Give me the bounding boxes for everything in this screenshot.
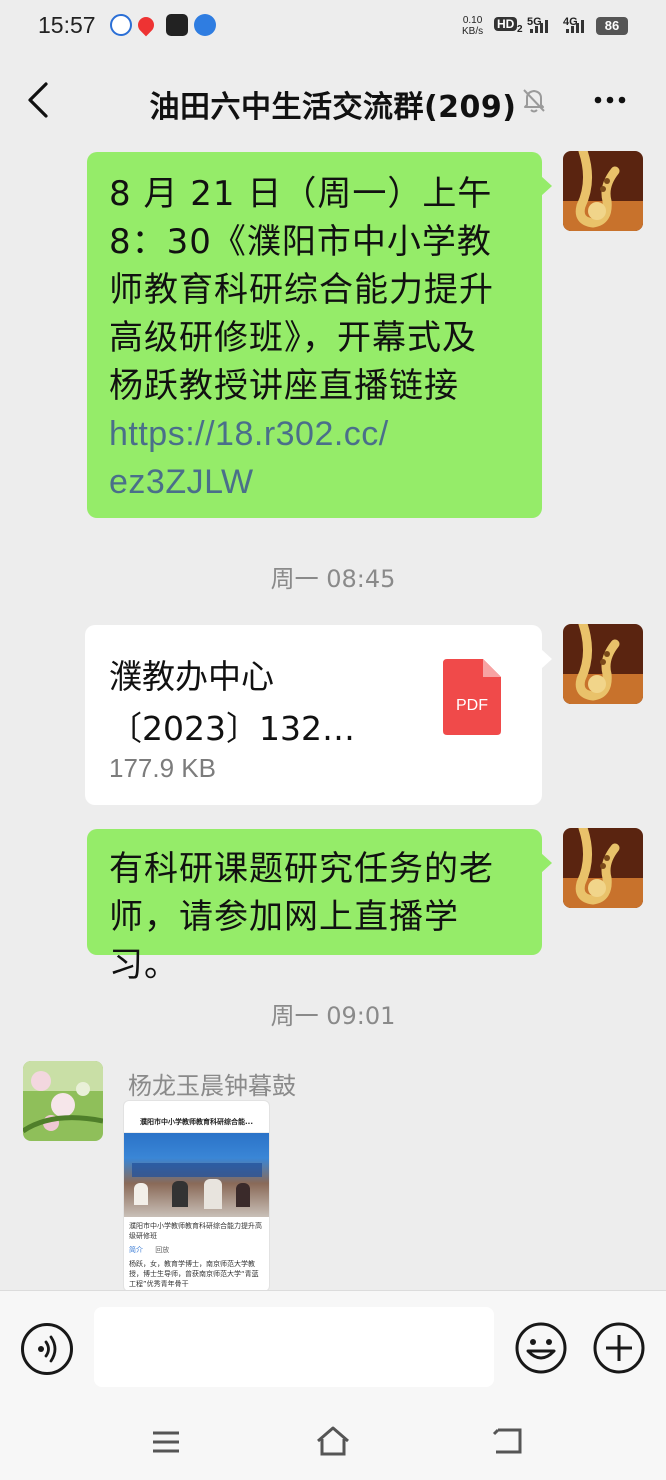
back-navigation-icon[interactable] <box>490 1424 526 1458</box>
shot-body: 杨跃，女，教育学博士，南京师范大学教授，博士生导师，曾获南京师范大学“青蓝工程”… <box>129 1260 259 1288</box>
file-size: 177.9 KB <box>109 753 216 783</box>
battery-icon: 86 <box>596 17 628 35</box>
pdf-icon-label: PDF <box>456 697 488 714</box>
net-speed-unit: KB/s <box>462 26 484 37</box>
flower-avatar-image <box>23 1061 103 1141</box>
shot-tab-replay: 回放 <box>155 1246 170 1254</box>
bubble-tail <box>541 649 552 669</box>
image-message[interactable]: 濮阳市中小学教师教育科研综合能... 濮阳市中小学教师教育科研综合能力提升高级研… <box>123 1100 270 1292</box>
video-app-notification-icon <box>166 14 188 36</box>
my-avatar[interactable] <box>563 828 643 908</box>
status-bar: 15:57 0.10 KB/s HD 2 5G 4G 86 <box>0 0 666 56</box>
file-name: 濮教办中心 〔2023〕132… <box>109 657 355 748</box>
shot-heading: 濮阳市中小学教师教育科研综合能力提升高级研修班 <box>129 1222 262 1240</box>
signal-4g-bars-icon <box>566 20 584 33</box>
message-text: 有科研课题研究任务的老 师，请参加网上直播学习。 <box>109 849 494 985</box>
more-options-icon[interactable] <box>588 80 632 120</box>
shot-status-bar <box>124 1101 269 1113</box>
mute-bell-icon <box>523 89 545 113</box>
system-navigation-bar <box>0 1402 666 1480</box>
message-text: 8 月 21 日（周一）上午 8：30《濮阳市中小学教 师教育科研综合能力提升 … <box>109 174 494 406</box>
bubble-tail <box>541 176 552 196</box>
my-avatar[interactable] <box>563 151 643 231</box>
status-time: 15:57 <box>38 12 96 38</box>
browser-notification-icon <box>194 14 216 36</box>
saxophone-avatar-image <box>563 151 643 231</box>
file-message-card[interactable]: 濮教办中心 〔2023〕132… 177.9 KB PDF <box>85 625 552 805</box>
location-notification-icon <box>134 13 158 37</box>
message-link[interactable]: https://18.r302.cc/ ez3ZJLW <box>109 410 520 506</box>
chat-input-bar <box>0 1290 666 1402</box>
hd-label: HD <box>497 17 515 31</box>
bubble-tail <box>541 853 552 873</box>
shot-page-title: 濮阳市中小学教师教育科研综合能... <box>124 1113 269 1133</box>
chat-header: 油田六中生活交流群(209) <box>0 56 666 144</box>
more-actions-plus-icon[interactable] <box>592 1321 646 1375</box>
message-timestamp: 周一 08:45 <box>270 565 396 593</box>
saxophone-avatar-image <box>563 828 643 908</box>
chat-title: 油田六中生活交流群(209) <box>149 90 517 125</box>
signal-5g-bars-icon <box>530 20 548 33</box>
sender-name: 杨龙玉晨钟暮鼓 <box>128 1072 296 1100</box>
hd-badge: HD <box>494 17 518 31</box>
recent-apps-menu-icon[interactable] <box>148 1424 184 1458</box>
emoji-icon[interactable] <box>514 1321 568 1375</box>
my-avatar[interactable] <box>563 624 643 704</box>
home-icon[interactable] <box>315 1424 351 1458</box>
sender-avatar[interactable] <box>23 1061 103 1141</box>
voice-input-button[interactable] <box>21 1323 73 1375</box>
shot-meeting-photo <box>124 1133 269 1217</box>
voice-wave-icon <box>38 1335 57 1363</box>
net-speed: 0.10 KB/s <box>462 15 483 37</box>
message-input[interactable] <box>94 1307 494 1387</box>
pdf-file-icon: PDF <box>443 659 501 735</box>
hd-sub: 2 <box>517 24 523 35</box>
shot-tabs: 简介 回放 <box>124 1245 269 1259</box>
app-notification-icon <box>110 14 132 36</box>
shot-tab-intro: 简介 <box>129 1246 143 1254</box>
saxophone-avatar-image <box>563 624 643 704</box>
message-bubble[interactable]: 8 月 21 日（周一）上午 8：30《濮阳市中小学教 师教育科研综合能力提升 … <box>87 152 552 518</box>
net-speed-value: 0.10 <box>462 15 483 26</box>
message-bubble[interactable]: 有科研课题研究任务的老 师，请参加网上直播学习。 <box>87 829 552 985</box>
message-timestamp: 周一 09:01 <box>270 1002 396 1030</box>
